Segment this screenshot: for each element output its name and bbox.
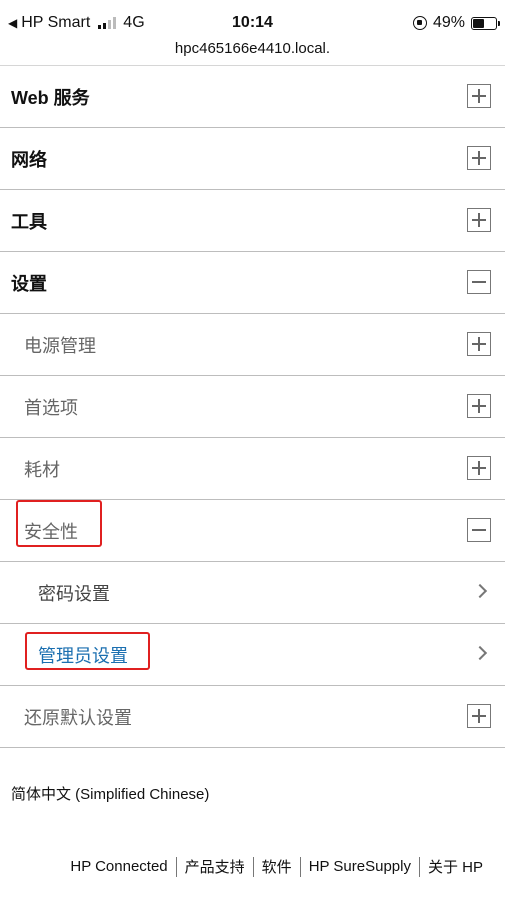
menu-item-supplies[interactable]: 耗材 <box>0 438 505 500</box>
menu-item-password-settings[interactable]: 密码设置 <box>0 562 505 624</box>
footer-link-product-support[interactable]: 产品支持 <box>177 856 253 877</box>
language-selector[interactable]: 简体中文 (Simplified Chinese) <box>11 783 209 804</box>
footer-link-hp-suresupply[interactable]: HP SureSupply <box>301 858 419 875</box>
footer-links: HP Connected 产品支持 软件 HP SureSupply 关于 HP <box>0 856 491 877</box>
menu-item-restore-defaults[interactable]: 还原默认设置 <box>0 686 505 748</box>
chevron-right-icon <box>472 645 488 661</box>
expand-plus-icon[interactable] <box>467 704 491 728</box>
expand-plus-icon[interactable] <box>467 84 491 108</box>
battery-percent: 49% <box>432 14 465 31</box>
menu-item-label: Web 服务 <box>11 87 90 108</box>
menu-item-label: 安全性 <box>24 521 78 542</box>
menu-item-admin-settings[interactable]: 管理员设置 <box>0 624 505 686</box>
menu-item-label: 密码设置 <box>38 583 110 604</box>
menu-item-label: 电源管理 <box>24 335 96 356</box>
footer-link-about-hp[interactable]: 关于 HP <box>420 856 491 877</box>
menu-item-settings[interactable]: 设置 <box>0 252 505 314</box>
menu-item-security[interactable]: 安全性 <box>0 500 505 562</box>
expand-plus-icon[interactable] <box>467 208 491 232</box>
collapse-minus-icon[interactable] <box>467 518 491 542</box>
rotation-lock-icon <box>412 16 427 30</box>
expand-plus-icon[interactable] <box>467 456 491 480</box>
menu-item-power-management[interactable]: 电源管理 <box>0 314 505 376</box>
menu-item-network[interactable]: 网络 <box>0 128 505 190</box>
menu-item-label: 管理员设置 <box>38 645 128 666</box>
page-url[interactable]: hpc465166e4410.local. <box>0 40 505 57</box>
settings-menu: Web 服务 网络 工具 设置 电源管理 首选项 耗材 安全性 密码设置 管理员… <box>0 66 505 748</box>
footer-link-software[interactable]: 软件 <box>254 856 300 877</box>
menu-item-preferences[interactable]: 首选项 <box>0 376 505 438</box>
menu-item-label: 网络 <box>11 149 47 170</box>
menu-item-label: 首选项 <box>24 397 78 418</box>
collapse-minus-icon[interactable] <box>467 270 491 294</box>
status-bar: ◀ HP Smart 4G 10:14 49% hpc465166e4410.l… <box>0 0 505 66</box>
footer-link-hp-connected[interactable]: HP Connected <box>62 858 175 875</box>
battery-icon <box>471 16 500 30</box>
menu-item-label: 还原默认设置 <box>24 707 132 728</box>
menu-item-web-services[interactable]: Web 服务 <box>0 66 505 128</box>
expand-plus-icon[interactable] <box>467 146 491 170</box>
status-right: 49% <box>412 14 500 32</box>
menu-item-label: 工具 <box>11 211 47 232</box>
menu-item-tools[interactable]: 工具 <box>0 190 505 252</box>
chevron-right-icon <box>472 583 488 599</box>
expand-plus-icon[interactable] <box>467 332 491 356</box>
menu-item-label: 设置 <box>11 273 47 294</box>
menu-item-label: 耗材 <box>24 459 60 480</box>
expand-plus-icon[interactable] <box>467 394 491 418</box>
